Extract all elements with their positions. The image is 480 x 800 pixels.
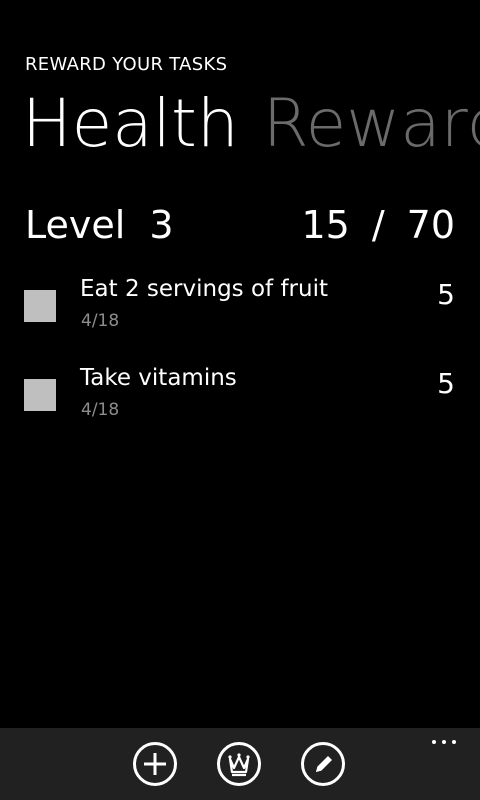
edit-button[interactable]: [301, 742, 345, 786]
list-item[interactable]: Take vitamins 4/18 5: [0, 359, 480, 448]
pivot-item-rewards[interactable]: Rewards: [263, 84, 480, 164]
add-task-button[interactable]: [133, 742, 177, 786]
pencil-icon: [316, 756, 332, 772]
task-checkbox[interactable]: [24, 290, 56, 322]
crown-icon: [228, 753, 250, 777]
points-current: 15: [301, 203, 350, 247]
task-date: 4/18: [81, 400, 120, 420]
task-date: 4/18: [81, 311, 120, 331]
level-label: Level: [25, 203, 126, 247]
level-indicator: Level 3: [25, 200, 174, 250]
app-title: REWARD YOUR TASKS: [25, 54, 228, 75]
pivot-header: Health Rewards: [22, 84, 480, 164]
task-checkbox[interactable]: [24, 379, 56, 411]
rewards-button[interactable]: [217, 742, 261, 786]
task-title: Take vitamins: [80, 365, 237, 391]
task-list: Eat 2 servings of fruit 4/18 5 Take vita…: [0, 270, 480, 448]
list-item[interactable]: Eat 2 servings of fruit 4/18 5: [0, 270, 480, 359]
points-separator: /: [371, 203, 385, 247]
add-icon: [144, 753, 166, 775]
task-points: 5: [437, 278, 455, 311]
task-points: 5: [437, 367, 455, 400]
level-summary: Level 3 15 / 70: [25, 200, 455, 250]
task-title: Eat 2 servings of fruit: [80, 276, 328, 302]
ellipsis-icon: [432, 740, 436, 744]
app-bar: [0, 728, 480, 800]
points-progress: 15 / 70: [301, 200, 455, 250]
pivot-item-health[interactable]: Health: [22, 84, 239, 164]
points-total: 70: [406, 203, 455, 247]
level-number: 3: [149, 203, 174, 247]
more-options-button[interactable]: [432, 740, 456, 746]
